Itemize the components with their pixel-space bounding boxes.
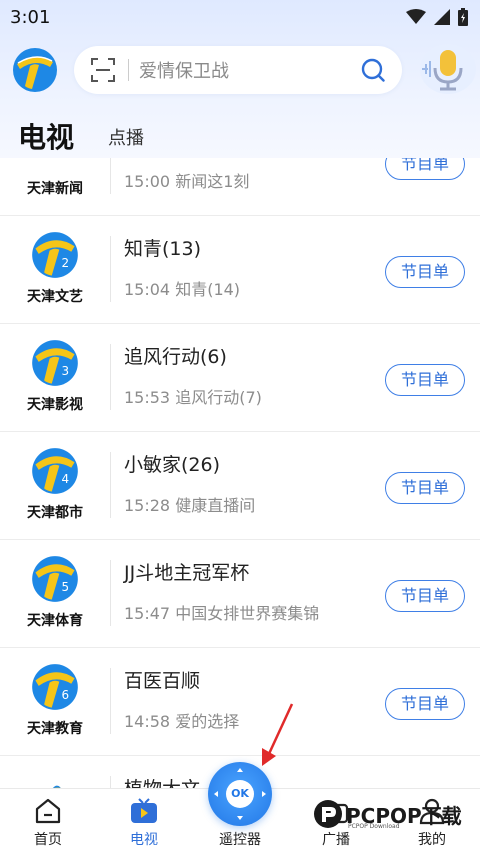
- battery-icon: [458, 8, 468, 26]
- schedule-button[interactable]: 节目单: [385, 158, 465, 180]
- channel-logo-icon: 6: [32, 664, 78, 710]
- channel-name: 天津都市: [27, 505, 83, 521]
- next-program: 15:53 追风行动(7): [124, 388, 262, 407]
- channel-number: 2: [62, 256, 70, 270]
- channel-logo-icon: 4: [32, 448, 78, 494]
- channel-logo: 天津新闻: [14, 158, 96, 200]
- channel-number: 4: [62, 472, 70, 486]
- channel-number: 5: [62, 580, 70, 594]
- channel-logo: 5 天津体育: [14, 554, 96, 632]
- category-tabs: 电视 点播: [0, 112, 480, 156]
- current-program: 小敏家(26): [124, 454, 221, 476]
- search-divider: [128, 59, 129, 81]
- next-program: 15:00 新闻这1刻: [124, 172, 250, 191]
- watermark-logo-icon: [314, 800, 342, 828]
- app-logo-icon[interactable]: [12, 47, 58, 93]
- current-program: 追风行动(6): [124, 346, 227, 368]
- channel-name: 天津文艺: [27, 289, 83, 305]
- channel-row[interactable]: 天津新闻 15:00 新闻这1刻 节目单: [0, 158, 480, 216]
- channel-name: 天津新闻: [27, 181, 83, 197]
- remote-control-button[interactable]: OK: [208, 762, 272, 826]
- channel-name: 天津影视: [27, 397, 83, 413]
- current-program: 百医百顺: [124, 670, 201, 692]
- row-divider: [110, 236, 111, 302]
- status-bar: 3:01: [0, 0, 480, 34]
- nav-tv[interactable]: 电视: [96, 789, 192, 855]
- microphone-icon[interactable]: [420, 44, 476, 94]
- tab-vod[interactable]: 点播: [108, 124, 144, 150]
- search-icon[interactable]: [360, 57, 386, 83]
- status-time: 3:01: [10, 6, 51, 28]
- status-icons: [406, 8, 468, 26]
- channel-name: 天津教育: [27, 721, 83, 737]
- search-bar[interactable]: 爱情保卫战: [74, 46, 402, 94]
- channel-logo: 6 天津教育: [14, 662, 96, 740]
- channel-logo: [14, 770, 96, 788]
- channel-name: 天津体育: [27, 613, 83, 629]
- row-divider: [110, 776, 111, 788]
- schedule-button[interactable]: 节目单: [385, 472, 465, 504]
- channel-row[interactable]: 4 天津都市 小敏家(26) 15:28 健康直播间 节目单: [0, 432, 480, 540]
- schedule-button[interactable]: 节目单: [385, 580, 465, 612]
- row-divider: [110, 560, 111, 626]
- channel-row[interactable]: 3 天津影视 追风行动(6) 15:53 追风行动(7) 节目单: [0, 324, 480, 432]
- nav-home[interactable]: 首页: [0, 789, 96, 855]
- home-icon: [35, 798, 61, 824]
- row-divider: [110, 158, 111, 194]
- next-program: 14:58 爱的选择: [124, 712, 240, 731]
- schedule-button[interactable]: 节目单: [385, 364, 465, 396]
- row-divider: [110, 344, 111, 410]
- channel-row[interactable]: 6 天津教育 百医百顺 14:58 爱的选择 节目单: [0, 648, 480, 756]
- channel-row[interactable]: 5 天津体育 JJ斗地主冠军杯 15:47 中国女排世界赛集锦 节目单: [0, 540, 480, 648]
- schedule-button[interactable]: 节目单: [385, 688, 465, 720]
- next-program: 15:47 中国女排世界赛集锦: [124, 604, 320, 623]
- channel-logo-icon: 2: [32, 232, 78, 278]
- channel-logo: 4 天津都市: [14, 446, 96, 524]
- channel-number: 6: [62, 688, 70, 702]
- tab-tv[interactable]: 电视: [18, 116, 74, 156]
- header: 爱情保卫战: [0, 44, 480, 96]
- channel-logo: 3 天津影视: [14, 338, 96, 416]
- channel-logo-icon: [52, 785, 62, 788]
- schedule-button[interactable]: 节目单: [385, 256, 465, 288]
- next-program: 15:28 健康直播间: [124, 496, 256, 515]
- row-divider: [110, 668, 111, 734]
- channel-logo-icon: 5: [32, 556, 78, 602]
- channel-list: 天津新闻 15:00 新闻这1刻 节目单 2 天津文艺 知青(13) 15:04…: [0, 158, 480, 788]
- channel-logo: 2 天津文艺: [14, 230, 96, 308]
- next-program: 15:04 知青(14): [124, 280, 241, 299]
- current-program: 植物大文: [124, 774, 200, 788]
- signal-icon: [434, 9, 450, 25]
- tv-icon: [131, 798, 157, 823]
- nav-remote-label: 遥控器: [219, 832, 261, 848]
- scan-icon[interactable]: [90, 57, 116, 83]
- nav-tv-label: 电视: [130, 832, 158, 848]
- search-input[interactable]: 爱情保卫战: [139, 57, 360, 83]
- nav-home-label: 首页: [34, 832, 62, 848]
- watermark-subtext: PCPOP Download: [348, 823, 400, 830]
- current-program: 知青(13): [124, 238, 202, 260]
- watermark: PCPOP下载 PCPOP Download: [312, 796, 462, 836]
- row-divider: [110, 452, 111, 518]
- channel-row[interactable]: 2 天津文艺 知青(13) 15:04 知青(14) 节目单: [0, 216, 480, 324]
- ok-label: OK: [226, 780, 254, 808]
- current-program: JJ斗地主冠军杯: [124, 562, 250, 584]
- wifi-icon: [406, 9, 426, 24]
- arrow-icon: [262, 703, 294, 766]
- channel-logo-icon: 3: [32, 340, 78, 386]
- channel-number: 3: [62, 364, 70, 378]
